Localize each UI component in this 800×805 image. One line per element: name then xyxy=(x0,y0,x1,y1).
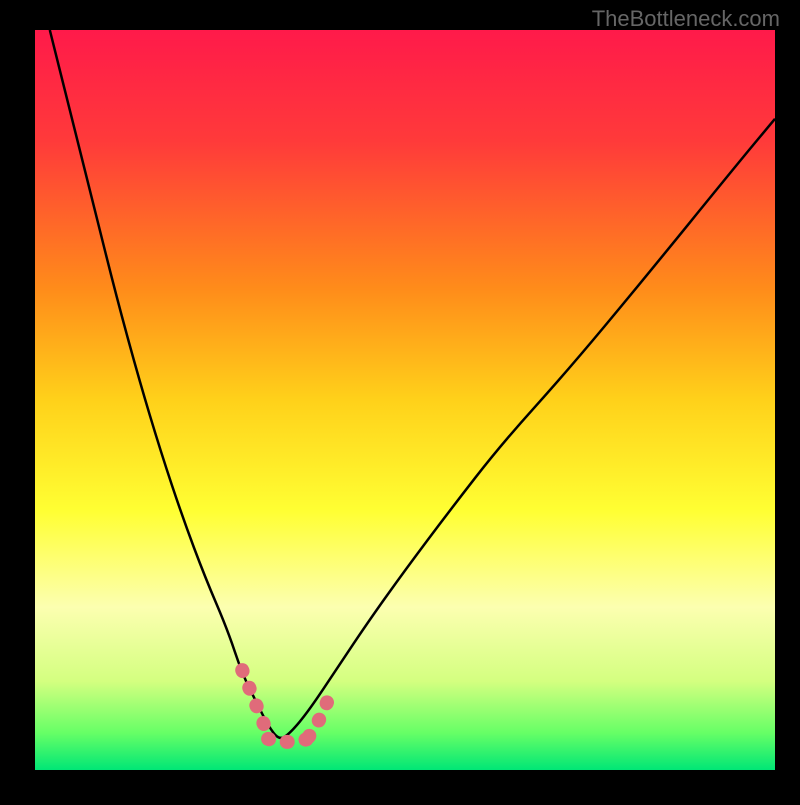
chart-container xyxy=(0,0,800,800)
bottleneck-chart xyxy=(0,0,800,800)
watermark: TheBottleneck.com xyxy=(592,6,780,32)
